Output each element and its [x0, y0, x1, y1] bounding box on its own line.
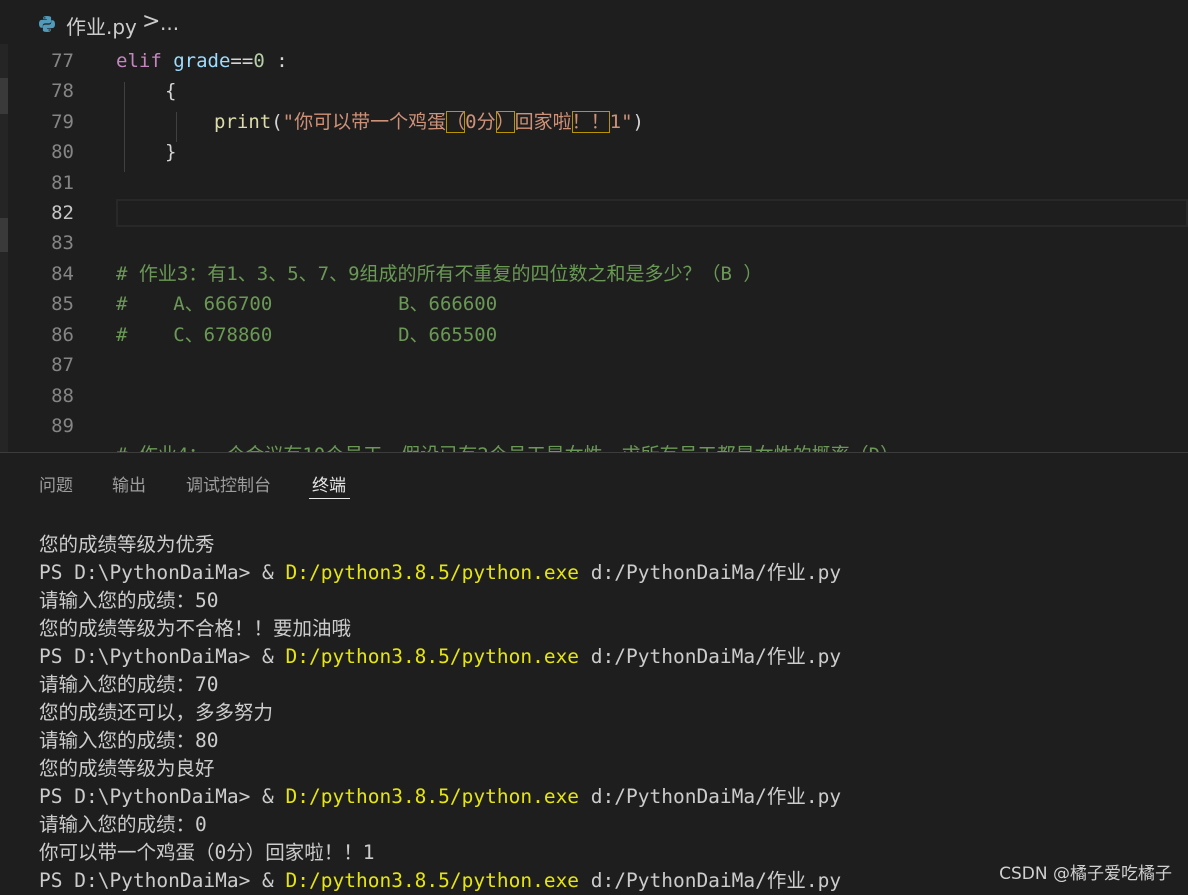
comment-text: # 作业4：一个会议有10个员工，假设已有2个员工是女性，求所有员工都是女性的概… — [116, 440, 899, 452]
comment-text: # A、666700 B、666600 — [116, 293, 498, 315]
python-file-icon — [39, 16, 55, 32]
terminal-line: 请输入您的成绩：70 — [39, 673, 219, 696]
terminal-output[interactable]: 您的成绩等级为优秀 PS D:\PythonDaiMa> & D:/python… — [39, 531, 1179, 895]
script-path: d:/PythonDaiMa/作业.py — [579, 645, 842, 668]
terminal-line: 请输入您的成绩：0 — [39, 813, 207, 836]
watermark: CSDN @橘子爱吃橘子 — [999, 864, 1172, 884]
line-number: 87 — [51, 354, 74, 376]
terminal-prompt: PS D:\PythonDaiMa> & — [39, 645, 286, 668]
code-line: 85 # A、666700 B、666600 — [8, 289, 1188, 319]
terminal-line: 请输入您的成绩：50 — [39, 589, 219, 612]
code-line: 86 # C、678860 D、665500 — [8, 320, 1188, 350]
code-line: 79 print("你可以带一个鸡蛋（0分）回家啦！！1") — [8, 107, 1188, 137]
terminal-line: 您的成绩还可以，多多努力 — [39, 701, 274, 724]
python-exe-path: D:/python3.8.5/python.exe — [285, 561, 580, 584]
side-marker — [0, 78, 8, 114]
code-line: 77 elif grade==0 : — [8, 46, 1188, 76]
breadcrumb-more[interactable]: ... — [160, 11, 179, 35]
bottom-panel: 问题 输出 调试控制台 终端 您的成绩等级为优秀 PS D:\PythonDai… — [0, 452, 1188, 892]
keyword-elif: elif — [116, 50, 162, 72]
line-number: 85 — [51, 293, 74, 315]
terminal-prompt: PS D:\PythonDaiMa> & — [39, 785, 286, 808]
terminal-line: 您的成绩等级为良好 — [39, 757, 215, 780]
active-tab-indicator — [309, 498, 350, 499]
terminal-command-line: PS D:\PythonDaiMa> & D:/python3.8.5/pyth… — [39, 643, 1179, 671]
code-line: 84 # 作业3：有1、3、5、7、9组成的所有不重复的四位数之和是多少？（B … — [8, 259, 1188, 289]
side-marker — [0, 218, 8, 252]
code-line-partial: # 作业4：一个会议有10个员工，假设已有2个员工是女性，求所有员工都是女性的概… — [8, 440, 1188, 452]
python-exe-path: D:/python3.8.5/python.exe — [285, 785, 580, 808]
terminal-line: 请输入您的成绩：80 — [39, 729, 219, 752]
code-line: 89 — [8, 411, 1188, 441]
comment-text: # 作业3：有1、3、5、7、9组成的所有不重复的四位数之和是多少？（B ） — [116, 263, 763, 285]
paren: ( — [271, 111, 283, 133]
terminal-line: 您的成绩等级为不合格！！要加油哦 — [39, 617, 352, 640]
editor-left-strip — [0, 44, 8, 452]
line-number: 81 — [51, 172, 74, 194]
code-line: 81 — [8, 168, 1188, 198]
script-path: d:/PythonDaiMa/作业.py — [579, 869, 842, 892]
highlighted-char: ） — [495, 111, 515, 133]
paren: ) — [632, 111, 644, 133]
number-literal: 0 — [253, 50, 265, 72]
code-line: 80 } — [8, 137, 1188, 167]
line-number: 80 — [51, 141, 74, 163]
terminal-prompt: PS D:\PythonDaiMa> & — [39, 869, 286, 892]
breadcrumb: 作业.py > ... — [0, 0, 1188, 45]
code-line: 78 { — [8, 76, 1188, 106]
highlighted-char: （ — [446, 111, 466, 133]
function-print: print — [214, 111, 272, 133]
python-exe-path: D:/python3.8.5/python.exe — [285, 869, 580, 892]
operator: == — [230, 50, 254, 72]
tab-terminal[interactable]: 终端 — [312, 471, 346, 496]
highlighted-char: ！！ — [571, 111, 610, 133]
terminal-command-line: PS D:\PythonDaiMa> & D:/python3.8.5/pyth… — [39, 559, 1179, 587]
tab-problems[interactable]: 问题 — [39, 471, 73, 496]
variable-grade: grade — [173, 50, 231, 72]
string-part: "你可以带一个鸡蛋 — [282, 111, 447, 133]
terminal-command-line: PS D:\PythonDaiMa> & D:/python3.8.5/pyth… — [39, 783, 1179, 811]
script-path: d:/PythonDaiMa/作业.py — [579, 785, 842, 808]
line-number: 86 — [51, 324, 74, 346]
breadcrumb-file[interactable]: 作业.py — [66, 11, 137, 40]
terminal-line: 您的成绩等级为优秀 — [39, 533, 215, 556]
string-part: 1" — [609, 111, 633, 133]
code-text: { — [165, 80, 177, 102]
line-number: 88 — [51, 385, 74, 407]
tab-debug-console[interactable]: 调试控制台 — [186, 471, 271, 496]
line-number: 77 — [51, 50, 74, 72]
code-text: elif grade==0 : — [116, 46, 288, 76]
code-text: print("你可以带一个鸡蛋（0分）回家啦！！1") — [214, 107, 644, 137]
script-path: d:/PythonDaiMa/作业.py — [579, 561, 842, 584]
string-part: 0分 — [465, 111, 496, 133]
line-number: 84 — [51, 263, 74, 285]
line-number: 82 — [51, 202, 74, 224]
code-text: } — [165, 141, 177, 163]
string-part: 回家啦 — [514, 111, 572, 133]
line-number: 89 — [51, 415, 74, 437]
terminal-prompt: PS D:\PythonDaiMa> & — [39, 561, 286, 584]
python-exe-path: D:/python3.8.5/python.exe — [285, 645, 580, 668]
comment-text: # C、678860 D、665500 — [116, 324, 498, 346]
code-line-active: 82 — [8, 198, 1188, 228]
code-editor[interactable]: 77 elif grade==0 : 78 { 79 print("你可以带一个… — [8, 44, 1188, 452]
line-number: 78 — [51, 80, 74, 102]
code-line: 88 — [8, 381, 1188, 411]
tab-output[interactable]: 输出 — [112, 471, 146, 496]
code-line: 83 — [8, 228, 1188, 258]
code-line: 87 — [8, 350, 1188, 380]
line-number: 79 — [51, 111, 74, 133]
breadcrumb-separator: > — [142, 9, 161, 34]
code-rest: : — [264, 50, 288, 72]
line-number: 83 — [51, 232, 74, 254]
